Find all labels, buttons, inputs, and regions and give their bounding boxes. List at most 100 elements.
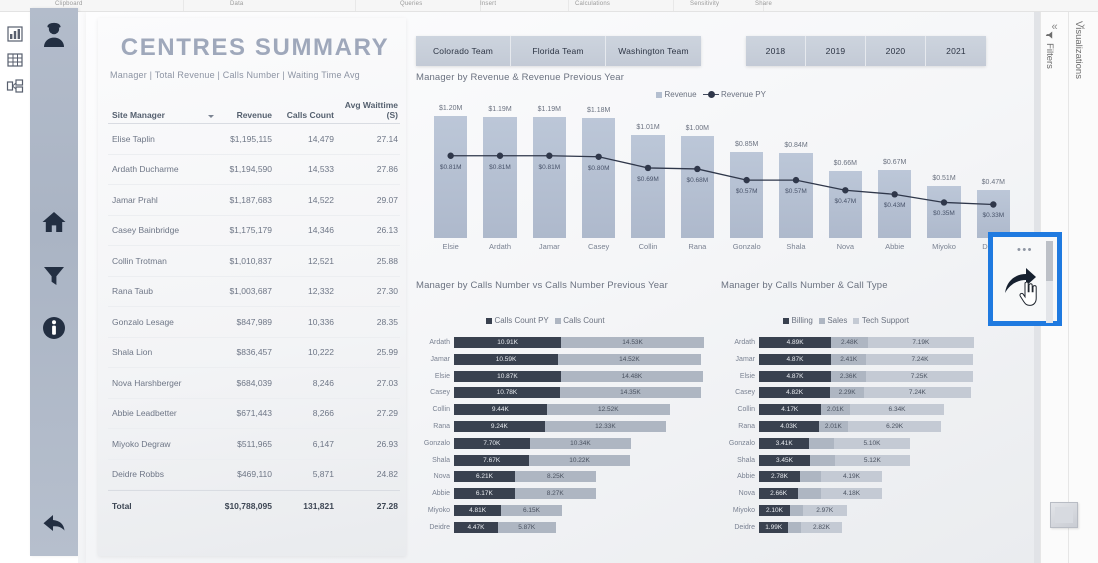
model-view-icon[interactable]: [6, 78, 24, 94]
visual-scrollbar[interactable]: [1046, 241, 1053, 323]
visualizations-pane[interactable]: ‹ Visualizations: [1068, 12, 1098, 563]
more-options-icon[interactable]: •••: [1017, 245, 1033, 256]
year-slicer[interactable]: 2018 2019 2020 2021: [746, 36, 986, 66]
col-header-avg-waittime[interactable]: Avg Waittime (S): [340, 100, 400, 120]
bar-segment-calls-count[interactable]: 12.33K: [544, 421, 666, 432]
page-thumbnail[interactable]: [1050, 502, 1078, 528]
table-row[interactable]: Collin Trotman $1,010,837 12,521 25.88: [108, 246, 400, 277]
bar-segment-sales[interactable]: [790, 505, 803, 516]
bar-segment-billing[interactable]: 2.66K: [759, 488, 799, 500]
table-row[interactable]: Shala Lion $836,457 10,222 25.99: [108, 338, 400, 368]
calls-vs-calls-py-chart[interactable]: Manager by Calls Number vs Calls Number …: [416, 280, 716, 550]
bar-segment-tech-support[interactable]: 7.19K: [867, 337, 974, 348]
bar-segment-calls-count[interactable]: 8.25K: [515, 471, 597, 483]
back-arrow-icon[interactable]: [40, 508, 68, 536]
bar-segment-tech-support[interactable]: 4.18K: [820, 488, 883, 500]
bar-row[interactable]: Miyoko 4.81K 6.15K: [416, 504, 716, 517]
bar-row[interactable]: Collin 4.17K 2.01K 6.34K: [721, 403, 1021, 416]
bar-segment-billing[interactable]: 2.78K: [759, 471, 801, 483]
home-icon[interactable]: [40, 208, 68, 236]
bar-segment-sales[interactable]: [798, 488, 821, 500]
team-slicer[interactable]: Colorado Team Florida Team Washington Team: [416, 36, 701, 66]
bar-row[interactable]: Nova 2.66K 4.18K: [721, 487, 1021, 500]
revenue-combo-chart[interactable]: Manager by Revenue & Revenue Previous Ye…: [416, 72, 1028, 272]
bar-segment-tech-support[interactable]: 5.12K: [834, 454, 911, 466]
slicer-option-2018[interactable]: 2018: [746, 36, 806, 66]
bar-row[interactable]: Miyoko 2.10K 2.97K: [721, 504, 1021, 517]
bar-row[interactable]: Jamar 10.59K 14.52K: [416, 353, 716, 366]
bar-segment-calls-count-py[interactable]: 7.67K: [454, 454, 530, 466]
bar-row[interactable]: Jamar 4.87K 2.41K 7.24K: [721, 353, 1021, 366]
bar-row[interactable]: Abbie 2.78K 4.19K: [721, 470, 1021, 483]
bar-row[interactable]: Elsie 10.87K 14.48K: [416, 370, 716, 383]
bar-row[interactable]: Ardath 10.91K 14.53K: [416, 336, 716, 349]
legend-item-sales[interactable]: Sales: [818, 316, 847, 325]
slicer-option-2019[interactable]: 2019: [806, 36, 866, 66]
bar-segment-billing[interactable]: 3.45K: [759, 454, 810, 466]
bar-segment-calls-count-py[interactable]: 6.21K: [454, 471, 516, 483]
table-row[interactable]: Gonzalo Lesage $847,989 10,336 28.35: [108, 307, 400, 338]
legend-item-tech-support[interactable]: Tech Support: [853, 316, 909, 325]
bar-segment-calls-count[interactable]: 12.52K: [546, 404, 670, 416]
slicer-option-2021[interactable]: 2021: [926, 36, 986, 66]
bar-segment-tech-support[interactable]: 7.25K: [865, 370, 973, 382]
table-total-row[interactable]: Total $10,788,095 131,821 27.28: [108, 490, 400, 521]
slicer-option-2020[interactable]: 2020: [866, 36, 926, 66]
slicer-option-florida-team[interactable]: Florida Team: [511, 36, 606, 66]
bar-segment-sales[interactable]: 2.01K: [820, 404, 851, 416]
bar-row[interactable]: Rana 9.24K 12.33K: [416, 420, 716, 433]
bar-segment-calls-count-py[interactable]: 7.70K: [454, 437, 530, 449]
bar-segment-billing[interactable]: 2.10K: [759, 505, 790, 516]
bar-segment-calls-count-py[interactable]: 10.91K: [454, 337, 562, 348]
table-row[interactable]: Rana Taub $1,003,687 12,332 27.30: [108, 277, 400, 307]
table-row[interactable]: Jamar Prahl $1,187,683 14,522 29.07: [108, 185, 400, 216]
bar-segment-calls-count-py[interactable]: 4.81K: [454, 505, 502, 516]
legend-item-calls-count-py[interactable]: Calls Count PY: [486, 316, 549, 325]
bar-row[interactable]: Gonzalo 3.41K 5.10K: [721, 437, 1021, 450]
table-row[interactable]: Ardath Ducharme $1,194,590 14,533 27.86: [108, 155, 400, 185]
bar-segment-calls-count[interactable]: 14.35K: [559, 387, 701, 399]
bar-segment-sales[interactable]: 2.29K: [830, 387, 864, 399]
col-header-revenue[interactable]: Revenue: [206, 110, 278, 120]
bar-row[interactable]: Gonzalo 7.70K 10.34K: [416, 437, 716, 450]
bar-row[interactable]: Abbie 6.17K 8.27K: [416, 487, 716, 500]
bar-segment-tech-support[interactable]: 4.19K: [820, 471, 883, 483]
bar-segment-calls-count[interactable]: 8.27K: [514, 488, 596, 500]
bar-segment-sales[interactable]: 2.48K: [831, 337, 868, 348]
table-row[interactable]: Nova Harshberger $684,039 8,246 27.03: [108, 368, 400, 399]
slicer-option-colorado-team[interactable]: Colorado Team: [416, 36, 511, 66]
bar-segment-calls-count-py[interactable]: 10.59K: [454, 353, 559, 365]
bar-segment-calls-count-py[interactable]: 10.87K: [454, 370, 561, 382]
bar-segment-calls-count[interactable]: 10.22K: [529, 454, 630, 466]
bar-segment-billing[interactable]: 4.82K: [759, 387, 831, 399]
bar-segment-tech-support[interactable]: 2.82K: [800, 521, 843, 533]
bar-segment-tech-support[interactable]: 7.24K: [866, 353, 974, 365]
bar-row[interactable]: Casey 10.78K 14.35K: [416, 386, 716, 399]
bar-segment-sales[interactable]: [809, 454, 835, 466]
bar-segment-tech-support[interactable]: 5.10K: [834, 437, 910, 449]
bar-segment-calls-count-py[interactable]: 10.78K: [454, 387, 560, 399]
bar-row[interactable]: Deidre 1.99K 2.82K: [721, 521, 1021, 534]
table-row[interactable]: Deidre Robbs $469,110 5,871 24.82: [108, 460, 400, 490]
bar-row[interactable]: Elsie 4.87K 2.36K 7.25K: [721, 370, 1021, 383]
bar-segment-calls-count[interactable]: 14.52K: [558, 353, 701, 365]
legend-item-billing[interactable]: Billing: [783, 316, 813, 325]
bar-segment-tech-support[interactable]: 6.34K: [850, 404, 944, 416]
bar-segment-tech-support[interactable]: 2.97K: [802, 505, 847, 516]
bar-segment-calls-count-py[interactable]: 6.17K: [454, 488, 515, 500]
bar-segment-billing[interactable]: 4.89K: [759, 337, 832, 348]
filter-funnel-icon[interactable]: [40, 261, 68, 289]
bar-row[interactable]: Shala 3.45K 5.12K: [721, 454, 1021, 467]
bar-segment-calls-count-py[interactable]: 9.44K: [454, 404, 547, 416]
legend-item-calls-count[interactable]: Calls Count: [554, 316, 605, 325]
centres-summary-visual[interactable]: CENTRES SUMMARY Manager | Total Revenue …: [98, 18, 406, 556]
bar-segment-calls-count[interactable]: 14.48K: [560, 370, 704, 382]
bar-segment-calls-count[interactable]: 6.15K: [501, 505, 562, 516]
bar-row[interactable]: Nova 6.21K 8.25K: [416, 470, 716, 483]
table-row[interactable]: Miyoko Degraw $511,965 6,147 26.93: [108, 429, 400, 460]
bar-segment-calls-count-py[interactable]: 4.47K: [454, 521, 498, 533]
bar-row[interactable]: Ardath 4.89K 2.48K 7.19K: [721, 336, 1021, 349]
table-row[interactable]: Abbie Leadbetter $671,443 8,266 27.29: [108, 399, 400, 429]
table-row[interactable]: Elise Taplin $1,195,115 14,479 27.14: [108, 124, 400, 155]
bar-segment-billing[interactable]: 1.99K: [759, 521, 789, 533]
